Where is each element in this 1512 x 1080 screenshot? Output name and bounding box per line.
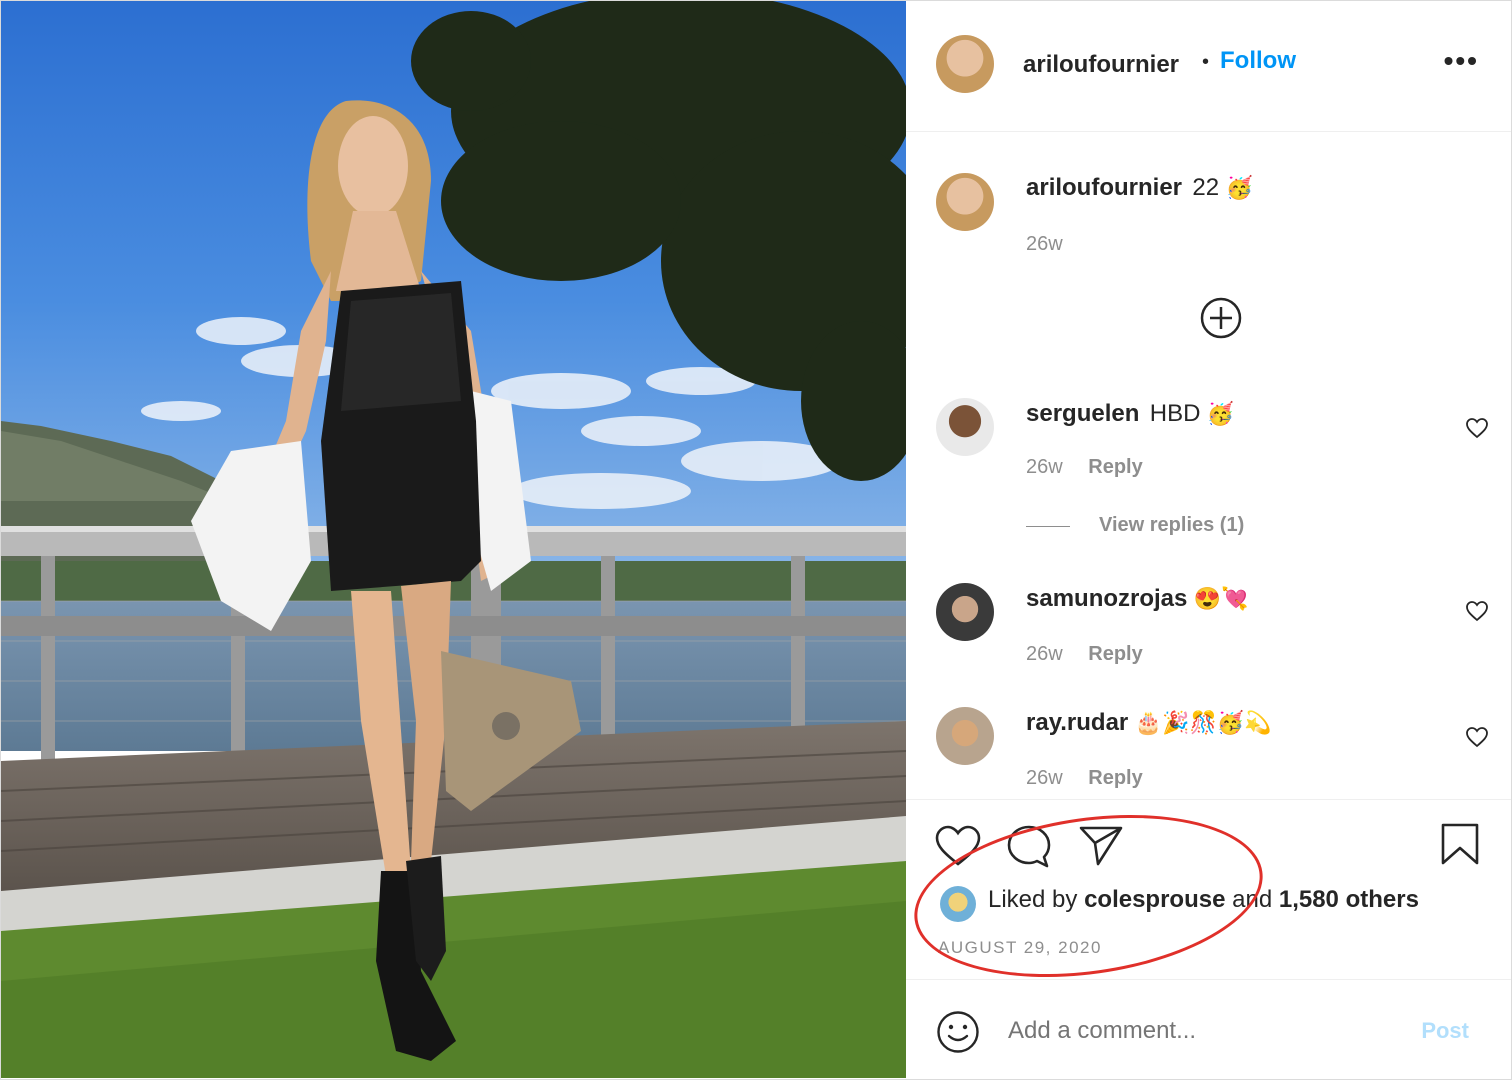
caption-text: ariloufournier 22 🥳 <box>1026 174 1253 202</box>
comment-input[interactable] <box>1006 1010 1390 1052</box>
comment-emoji: 🎂🎉🎊🥳💫 <box>1134 710 1272 735</box>
load-more-comments-button[interactable] <box>1200 297 1242 339</box>
likes-summary: Liked by colesprouse and 1,580 others <box>988 886 1419 914</box>
author-username[interactable]: ariloufournier <box>1023 51 1179 79</box>
post-comment-button[interactable]: Post <box>1421 1018 1469 1044</box>
comment-username[interactable]: samunozrojas <box>1026 585 1187 612</box>
post-panel: ariloufournier • Follow ••• ariloufourni… <box>906 1 1511 1078</box>
like-comment-heart-icon[interactable] <box>1465 725 1489 749</box>
comment-item: samunozrojas 😍💘 26w Reply <box>906 573 1511 683</box>
caption-emoji: 🥳 <box>1225 175 1253 200</box>
more-options-icon[interactable]: ••• <box>1444 47 1479 75</box>
comment-body: HBD <box>1149 400 1201 427</box>
share-paper-plane-icon[interactable] <box>1078 824 1124 868</box>
post-date[interactable]: AUGUST 29, 2020 <box>938 938 1102 958</box>
liked-by-user[interactable]: colesprouse <box>1084 886 1225 913</box>
comment-avatar[interactable] <box>936 398 994 456</box>
post-header: ariloufournier • Follow ••• <box>906 1 1511 132</box>
post-photo[interactable] <box>1 1 906 1078</box>
comment-item: serguelen HBD 🥳 26w Reply View replies (… <box>906 386 1511 556</box>
emoji-smiley-icon[interactable] <box>936 1010 980 1054</box>
comment-username[interactable]: serguelen <box>1026 400 1139 427</box>
caption-time: 26w <box>1026 233 1063 255</box>
bookmark-icon[interactable] <box>1440 822 1480 866</box>
reply-button[interactable]: Reply <box>1088 643 1142 665</box>
comment-emoji: 😍💘 <box>1193 586 1249 611</box>
like-heart-icon[interactable] <box>934 824 982 868</box>
comment-bubble-icon[interactable] <box>1006 824 1052 870</box>
caption-avatar[interactable] <box>936 173 994 231</box>
liked-by-avatar[interactable] <box>940 886 976 922</box>
caption-username[interactable]: ariloufournier <box>1026 174 1182 201</box>
comment-text: ray.rudar 🎂🎉🎊🥳💫 <box>1026 709 1272 737</box>
comment-text: samunozrojas 😍💘 <box>1026 585 1249 613</box>
header-separator: • <box>1202 51 1210 73</box>
comment-meta: 26w Reply <box>1026 643 1143 666</box>
reply-button[interactable]: Reply <box>1088 767 1142 789</box>
like-comment-heart-icon[interactable] <box>1465 416 1489 440</box>
view-replies-line <box>1026 526 1070 527</box>
add-comment-bar: Post <box>906 979 1511 1080</box>
comment-item: ray.rudar 🎂🎉🎊🥳💫 26w Reply <box>906 699 1511 799</box>
like-comment-heart-icon[interactable] <box>1465 599 1489 623</box>
follow-button[interactable]: Follow <box>1220 47 1296 75</box>
plus-circle-icon <box>1200 297 1242 339</box>
comment-time: 26w <box>1026 767 1063 789</box>
comment-emoji: 🥳 <box>1206 401 1235 426</box>
comment-text: serguelen HBD 🥳 <box>1026 400 1234 428</box>
likes-others[interactable]: 1,580 others <box>1279 886 1419 913</box>
caption-body: 22 <box>1192 174 1220 201</box>
likes-prefix: Liked by <box>988 886 1078 913</box>
comment-time: 26w <box>1026 456 1063 478</box>
comment-meta: 26w Reply <box>1026 456 1143 479</box>
caption-row: ariloufournier 22 🥳 26w <box>906 131 1511 281</box>
comment-avatar[interactable] <box>936 707 994 765</box>
comment-time: 26w <box>1026 643 1063 665</box>
view-replies-button[interactable]: View replies (1) <box>1099 514 1244 537</box>
likes-middle: and <box>1232 886 1273 913</box>
post-actions: Liked by colesprouse and 1,580 others AU… <box>906 799 1511 980</box>
comment-meta: 26w Reply <box>1026 767 1143 790</box>
comment-avatar[interactable] <box>936 583 994 641</box>
comment-username[interactable]: ray.rudar <box>1026 709 1128 736</box>
reply-button[interactable]: Reply <box>1088 456 1142 478</box>
author-avatar[interactable] <box>936 35 994 93</box>
